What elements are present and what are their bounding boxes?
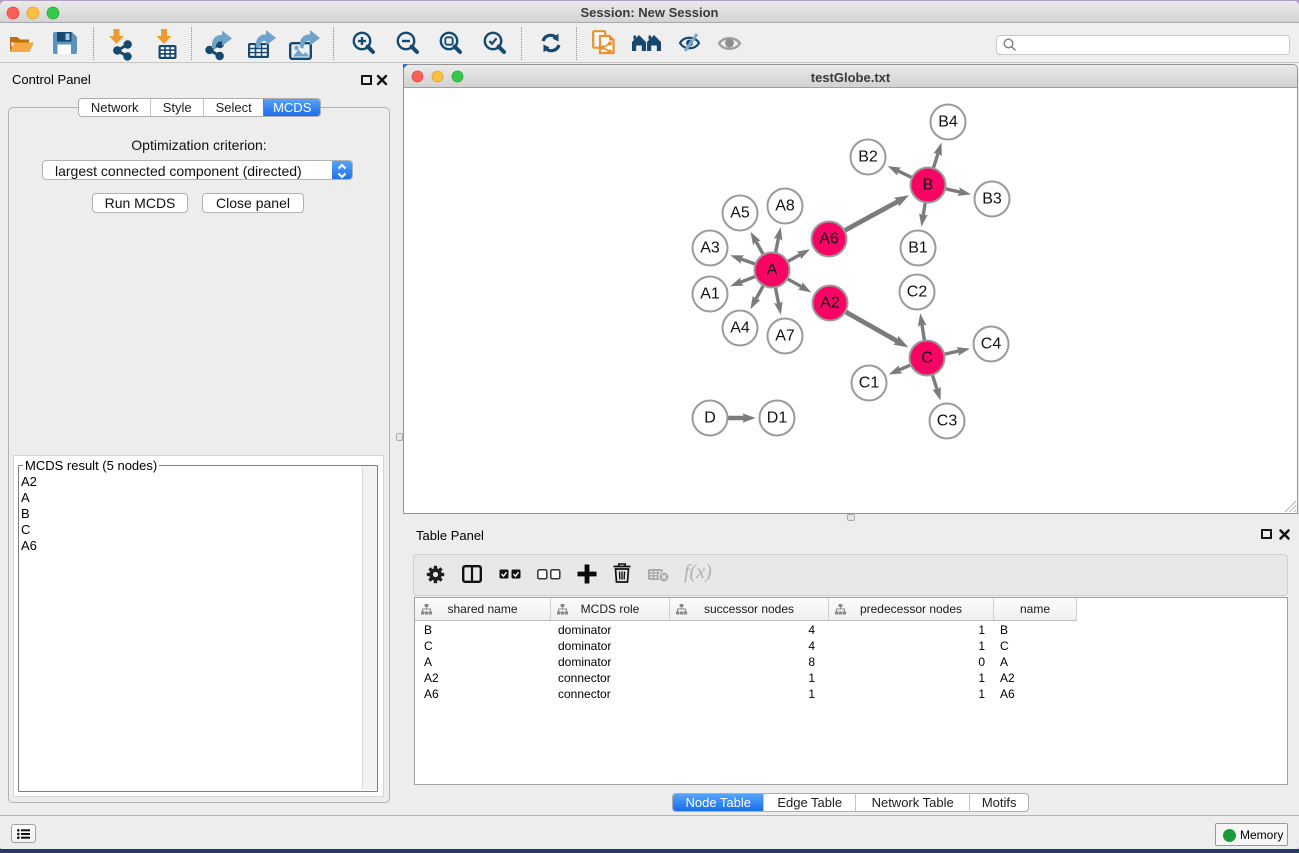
- svg-text:A6: A6: [819, 231, 839, 248]
- svg-text:B4: B4: [938, 114, 958, 131]
- svg-text:C1: C1: [859, 375, 880, 392]
- svg-text:A2: A2: [820, 295, 840, 312]
- svg-text:C3: C3: [937, 413, 958, 430]
- svg-text:B1: B1: [908, 240, 928, 257]
- svg-text:A: A: [767, 262, 778, 279]
- svg-text:C2: C2: [907, 284, 928, 301]
- svg-text:A4: A4: [730, 320, 750, 337]
- svg-text:D: D: [704, 410, 716, 427]
- svg-text:B3: B3: [982, 191, 1002, 208]
- svg-text:A7: A7: [775, 328, 795, 345]
- svg-text:D1: D1: [767, 410, 788, 427]
- svg-text:B2: B2: [858, 149, 878, 166]
- svg-text:A1: A1: [700, 286, 720, 303]
- svg-text:A5: A5: [730, 205, 750, 222]
- svg-text:A3: A3: [700, 240, 720, 257]
- svg-text:C: C: [921, 350, 933, 367]
- svg-text:C4: C4: [981, 336, 1002, 353]
- svg-text:A8: A8: [775, 198, 795, 215]
- svg-text:B: B: [923, 177, 934, 194]
